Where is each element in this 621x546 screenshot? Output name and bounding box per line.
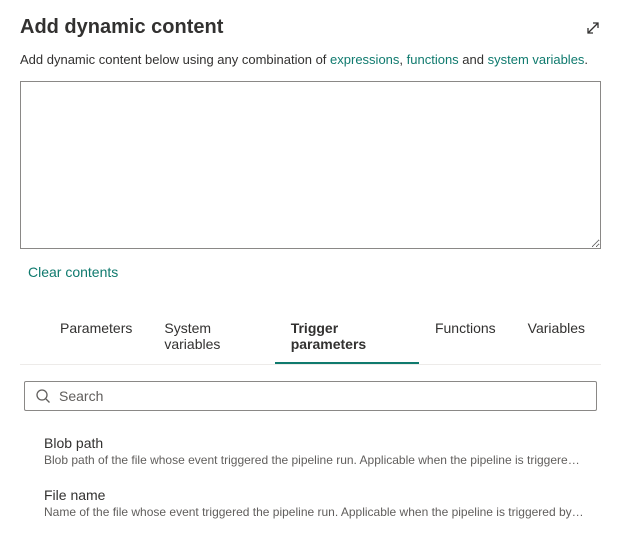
search-input[interactable]	[59, 388, 586, 404]
search-container	[24, 381, 597, 411]
tab-functions[interactable]: Functions	[419, 312, 512, 364]
description-text: Add dynamic content below using any comb…	[20, 51, 601, 69]
system-variables-link[interactable]: system variables	[488, 52, 585, 67]
expressions-link[interactable]: expressions	[330, 52, 399, 67]
item-title: Blob path	[44, 435, 597, 451]
clear-contents-button[interactable]: Clear contents	[28, 264, 118, 280]
tabs-bar: Parameters System variables Trigger para…	[20, 312, 601, 365]
functions-link[interactable]: functions	[407, 52, 459, 67]
search-box[interactable]	[24, 381, 597, 411]
list-item[interactable]: File name Name of the file whose event t…	[44, 487, 597, 519]
search-icon	[35, 388, 51, 404]
tab-variables[interactable]: Variables	[512, 312, 601, 364]
item-description: Name of the file whose event triggered t…	[44, 505, 584, 519]
trigger-parameters-list: Blob path Blob path of the file whose ev…	[20, 435, 601, 519]
tab-system-variables[interactable]: System variables	[148, 312, 274, 364]
tab-trigger-parameters[interactable]: Trigger parameters	[275, 312, 419, 364]
expression-editor[interactable]	[20, 81, 601, 249]
item-title: File name	[44, 487, 597, 503]
panel-header: Add dynamic content	[20, 16, 601, 39]
tab-parameters[interactable]: Parameters	[44, 312, 148, 364]
page-title: Add dynamic content	[20, 16, 223, 39]
item-description: Blob path of the file whose event trigge…	[44, 453, 584, 467]
list-item[interactable]: Blob path Blob path of the file whose ev…	[44, 435, 597, 467]
expand-icon[interactable]	[585, 20, 601, 36]
